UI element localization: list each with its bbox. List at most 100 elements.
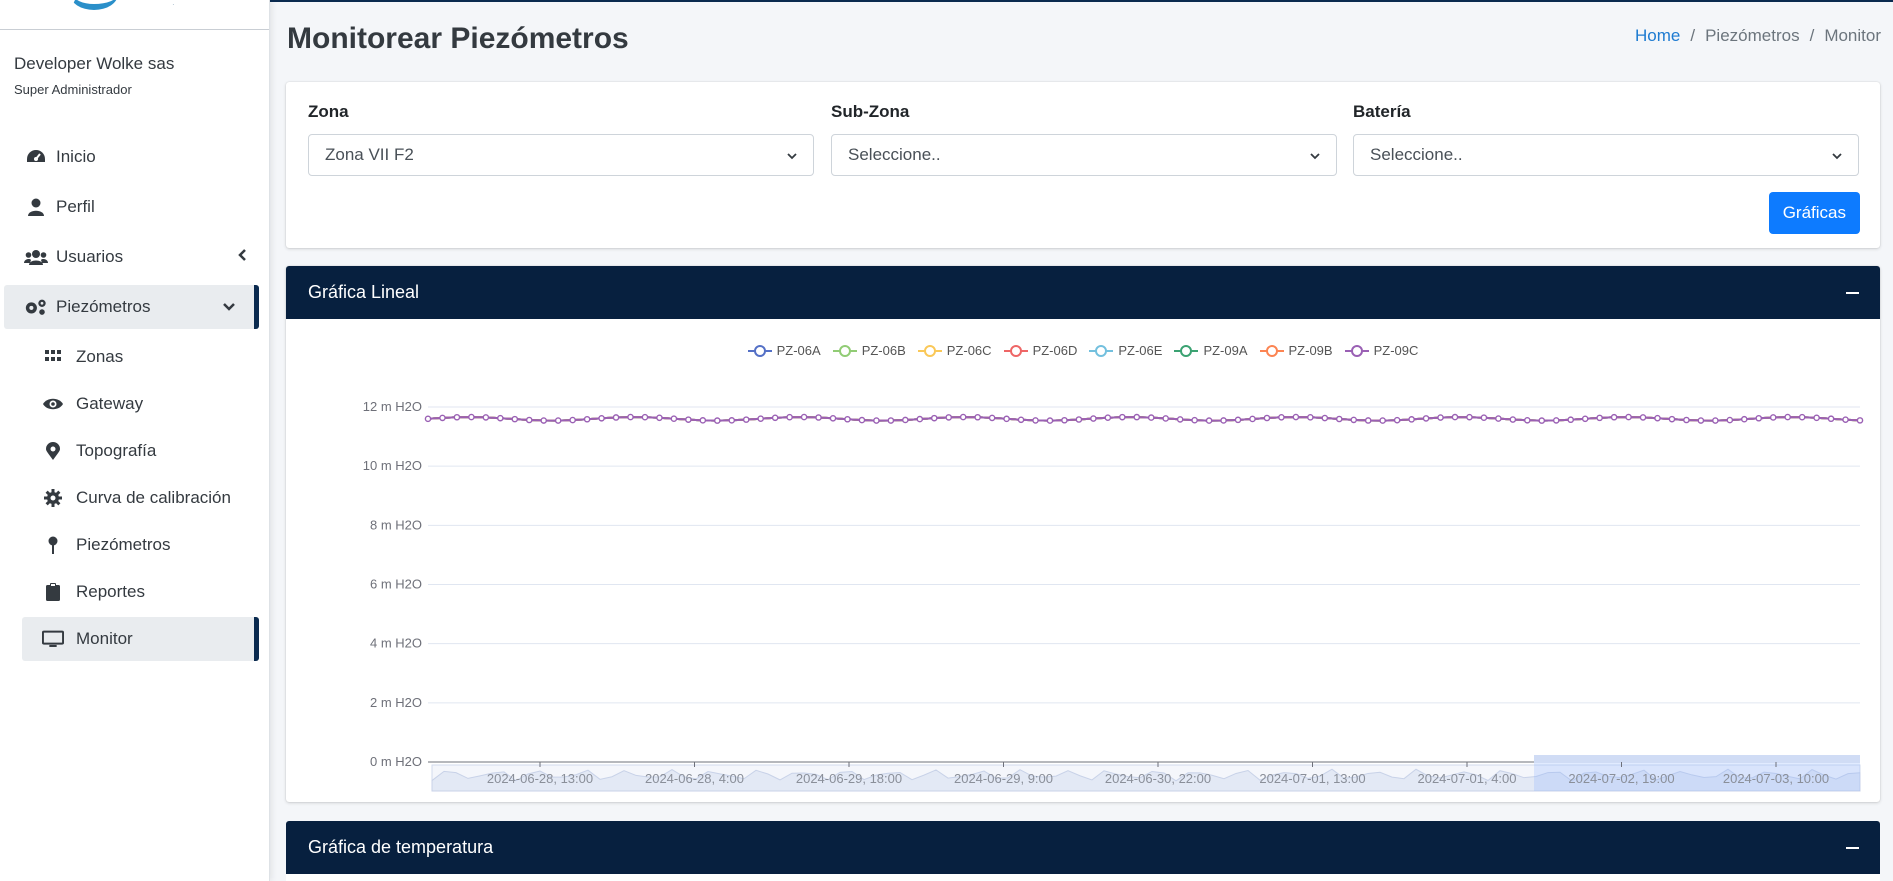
gears-icon [24, 298, 48, 316]
data-point [1393, 416, 1401, 424]
data-point [1827, 415, 1835, 423]
chevron-left-icon [237, 247, 247, 267]
breadcrumb-monitor: Monitor [1824, 26, 1881, 45]
clipboard-icon [42, 583, 64, 601]
data-point [1509, 416, 1517, 423]
data-point [1205, 417, 1213, 424]
map-marker-icon [42, 442, 64, 460]
y-tick-label: 2 m H2O [370, 695, 422, 710]
filter-card: Zona Zona VII F2 Sub-Zona Seleccione.. B… [286, 82, 1880, 248]
breadcrumb-separator: / [1690, 26, 1696, 45]
x-tick-label: 2024-07-01, 4:00 [1417, 771, 1516, 786]
linear-chart-card: Gráfica Lineal PZ-06A PZ-06B PZ-06C PZ-06D P… [286, 266, 1880, 802]
subzona-select[interactable]: Seleccione.. [831, 134, 1337, 176]
sidebar-item-inicio[interactable]: Inicio [4, 135, 265, 179]
data-point [713, 417, 721, 424]
logo-mark: · [172, 0, 175, 9]
grid-icon [42, 350, 64, 364]
sidebar-item-topografia[interactable]: Topografía [22, 429, 257, 473]
x-tick-label: 2024-07-02, 19:00 [1568, 771, 1674, 786]
data-point [1104, 414, 1112, 421]
data-point [1784, 413, 1791, 421]
subzona-label: Sub-Zona [831, 102, 910, 121]
sidebar-item-zonas[interactable]: Zonas [22, 335, 257, 379]
data-point [1552, 417, 1560, 424]
logo-swoosh-icon [70, 0, 118, 10]
data-point [916, 415, 924, 423]
linear-chart-title: Gráfica Lineal [308, 282, 420, 302]
data-point [1379, 417, 1386, 424]
data-point [1263, 414, 1271, 422]
data-point [1697, 417, 1705, 424]
users-icon [24, 249, 48, 265]
data-point [685, 416, 692, 423]
data-point [1162, 415, 1169, 422]
data-point [511, 415, 519, 423]
sidebar-item-gateway[interactable]: Gateway [22, 382, 257, 426]
x-tick-label: 2024-06-28, 4:00 [645, 771, 744, 786]
data-point [728, 417, 736, 424]
sidebar-item-curva-calibracion[interactable]: Curva de calibración [22, 476, 257, 520]
data-point [1668, 415, 1676, 423]
sidebar-item-label: Inicio [56, 147, 96, 166]
data-point [583, 415, 591, 423]
desktop-icon [42, 630, 64, 648]
data-point [1856, 417, 1864, 424]
sidebar-item-label: Monitor [76, 629, 133, 648]
data-point [1147, 414, 1155, 421]
temperature-chart-card: Gráfica de temperatura [286, 821, 1880, 881]
breadcrumb-home[interactable]: Home [1635, 26, 1680, 46]
piezometros-submenu: Zonas Gateway Topografía Curva de calibr… [0, 335, 269, 661]
data-point [1524, 416, 1531, 424]
data-point [930, 414, 938, 422]
linear-chart-header: Gráfica Lineal [286, 266, 1880, 319]
sidebar-item-monitor[interactable]: Monitor [22, 617, 259, 661]
data-point [1220, 417, 1227, 424]
data-point [656, 414, 663, 422]
main-content: Monitorear Piezómetros Home / Piezómetro… [270, 0, 1893, 881]
data-point [453, 413, 461, 421]
data-point [468, 413, 475, 421]
data-point [1278, 414, 1285, 421]
data-point [1755, 414, 1763, 422]
data-point [1683, 416, 1690, 424]
sidebar-item-perfil[interactable]: Perfil [4, 185, 265, 229]
data-point [1321, 414, 1329, 422]
data-point [1335, 415, 1343, 423]
zona-select[interactable]: Zona VII F2 [308, 134, 814, 176]
y-tick-label: 6 m H2O [370, 577, 422, 592]
data-point [1437, 414, 1444, 421]
data-point [424, 415, 432, 423]
user-name[interactable]: Developer Wolke sas [14, 54, 255, 74]
data-point [757, 415, 764, 422]
sidebar-item-label: Piezómetros [56, 297, 151, 316]
bateria-select[interactable]: Seleccione.. [1353, 134, 1859, 176]
breadcrumb-piezometros: Piezómetros [1705, 26, 1800, 45]
data-point [1408, 416, 1415, 423]
data-point [1061, 416, 1068, 424]
sidebar: · Developer Wolke sas Super Administrado… [0, 0, 270, 881]
gear-icon [42, 489, 64, 507]
data-point [1842, 416, 1849, 423]
sidebar-menu: Inicio Perfil Usuarios Piezómetros [0, 135, 269, 329]
sidebar-item-piezometros[interactable]: Piezómetros [4, 285, 259, 329]
subzona-field: Sub-Zona Seleccione.. [831, 102, 1337, 176]
data-point [1726, 416, 1734, 424]
data-point [873, 417, 880, 424]
sidebar-item-piezometros-list[interactable]: Piezómetros [22, 523, 257, 567]
sidebar-item-label: Usuarios [56, 247, 124, 266]
x-tick-label: 2024-06-29, 18:00 [796, 771, 902, 786]
x-tick-label: 2024-06-30, 22:00 [1105, 771, 1211, 786]
zona-field: Zona Zona VII F2 [308, 102, 814, 176]
data-point [1480, 414, 1488, 422]
graficas-button[interactable]: Gráficas [1768, 192, 1860, 234]
data-point [525, 416, 533, 424]
collapse-icon[interactable] [1844, 285, 1860, 301]
sidebar-item-reportes[interactable]: Reportes [22, 570, 257, 614]
sidebar-item-usuarios[interactable]: Usuarios [4, 235, 265, 279]
subzona-select-value: Seleccione.. [848, 145, 941, 164]
sidebar-item-label: Reportes [76, 582, 145, 601]
collapse-icon[interactable] [1844, 840, 1860, 856]
data-point [1032, 417, 1039, 424]
data-point [612, 414, 620, 421]
